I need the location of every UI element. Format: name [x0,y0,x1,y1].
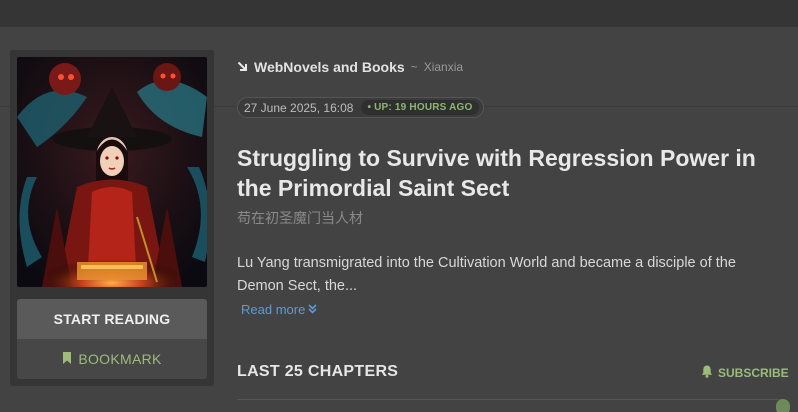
last-chapters-heading: LAST 25 CHAPTERS [237,363,399,380]
arrow-down-right-icon [237,60,248,75]
read-more-label: Read more [241,302,306,317]
updated-badge: • UP: 19 HOURS AGO [361,100,479,115]
bell-icon [701,365,713,381]
breadcrumb: WebNovels and Books ~ Xianxia [237,58,463,76]
bookmark-icon [62,351,72,367]
date-badge: 27 June 2025, 16:08 • UP: 19 HOURS AGO [237,97,484,118]
bookmark-button[interactable]: BOOKMARK [17,339,207,379]
subscribe-label: SUBSCRIBE [718,366,789,380]
novel-alt-title: 苟在初圣魔门当人材 [237,211,363,227]
breadcrumb-genre-link[interactable]: Xianxia [424,60,463,74]
double-chevron-down-icon [308,302,317,317]
start-reading-button[interactable]: START READING [17,299,207,339]
book-cover-image[interactable] [17,57,207,287]
chapter-status-indicator [776,399,790,412]
top-navigation-bar [0,0,798,27]
bookmark-label: BOOKMARK [78,351,162,367]
chapter-list-divider [237,399,782,400]
published-date: 27 June 2025, 16:08 [244,100,354,115]
subscribe-button[interactable]: SUBSCRIBE [701,365,789,381]
breadcrumb-site-link[interactable]: WebNovels and Books [254,59,405,75]
novel-title: Struggling to Survive with Regression Po… [237,145,756,201]
breadcrumb-separator: ~ [410,60,418,74]
read-more-link[interactable]: Read more [241,302,317,317]
novel-description: Lu Yang transmigrated into the Cultivati… [237,255,736,294]
